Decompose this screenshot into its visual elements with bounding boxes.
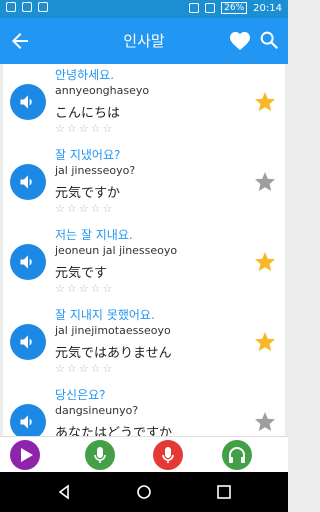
phrase-card[interactable]: 잘 지냈어요? jal jinesseoyo? 元気ですか ☆☆☆☆☆ (3, 144, 285, 225)
translation-text: こんにちは (55, 106, 121, 121)
favorite-star-icon[interactable] (253, 330, 277, 354)
rating-stars[interactable]: ☆☆☆☆☆ (55, 362, 114, 375)
record-microphone-icon (162, 447, 174, 463)
play-audio-button[interactable] (10, 84, 46, 120)
rating-stars[interactable]: ☆☆☆☆☆ (55, 202, 114, 215)
favorite-star-icon[interactable] (253, 250, 277, 274)
favorite-star-icon[interactable] (253, 170, 277, 194)
romanization-text: jal jinesseoyo? (55, 164, 136, 177)
rating-stars[interactable]: ☆☆☆☆☆ (55, 122, 114, 135)
bottom-toolbar (0, 436, 288, 473)
nav-recents-icon[interactable] (216, 484, 232, 500)
translation-text: あなたはどうですか (55, 426, 173, 436)
nav-home-icon[interactable] (136, 484, 152, 500)
play-audio-button[interactable] (10, 324, 46, 360)
favorite-star-icon[interactable] (253, 90, 277, 114)
speaker-icon (20, 335, 32, 349)
phrase-card[interactable]: 안녕하세요. annyeonghaseyo こんにちは ☆☆☆☆☆ (3, 64, 285, 145)
battery-indicator: 26% (221, 2, 248, 14)
play-all-button[interactable] (10, 440, 40, 470)
headphones-icon (229, 447, 245, 463)
korean-text: 잘 지내지 못했어요. (55, 308, 155, 322)
romanization-text: jal jinejimotaesseoyo (55, 324, 171, 337)
romanization-text: annyeonghaseyo (55, 84, 150, 97)
korean-text: 안녕하세요. (55, 68, 115, 82)
nav-back-icon[interactable] (56, 484, 72, 500)
favorite-star-icon[interactable] (253, 410, 277, 434)
notification-icon (6, 2, 16, 12)
korean-text: 당신은요? (55, 388, 106, 402)
phrase-card[interactable]: 저는 잘 지내요. jeoneun jal jinesseoyo 元気です ☆☆… (3, 224, 285, 305)
translation-text: 元気ですか (55, 186, 121, 201)
rating-stars[interactable]: ☆☆☆☆☆ (55, 282, 114, 295)
search-icon[interactable] (258, 29, 280, 51)
microphone-icon (94, 447, 106, 463)
translation-text: 元気ではありません (55, 346, 172, 361)
record-button[interactable] (153, 440, 183, 470)
play-icon (21, 448, 33, 462)
status-bar: 26% 20:14 (0, 0, 288, 18)
phrase-list[interactable]: 안녕하세요. annyeonghaseyo こんにちは ☆☆☆☆☆ 잘 지냈어요… (0, 64, 288, 436)
usb-icon (22, 2, 32, 12)
favorites-heart-icon[interactable] (228, 29, 252, 53)
play-audio-button[interactable] (10, 404, 46, 436)
alarm-icon (189, 3, 200, 13)
play-audio-button[interactable] (10, 164, 46, 200)
play-audio-button[interactable] (10, 244, 46, 280)
listen-button[interactable] (222, 440, 252, 470)
app-bar: 인사말 (0, 18, 288, 64)
speaker-icon (20, 95, 32, 109)
speaker-icon (20, 415, 32, 429)
phrase-card[interactable]: 당신은요? dangsineunyo? あなたはどうですか ☆☆☆☆☆ (3, 384, 285, 436)
signal-icon (205, 3, 216, 13)
android-icon (38, 2, 48, 12)
system-nav-bar (0, 472, 288, 512)
microphone-button[interactable] (85, 440, 115, 470)
phrase-card[interactable]: 잘 지내지 못했어요. jal jinejimotaesseoyo 元気ではあり… (3, 304, 285, 385)
clock: 20:14 (253, 2, 282, 14)
speaker-icon (20, 175, 32, 189)
korean-text: 저는 잘 지내요. (55, 228, 133, 242)
romanization-text: jeoneun jal jinesseoyo (55, 244, 178, 257)
korean-text: 잘 지냈어요? (55, 148, 121, 162)
translation-text: 元気です (55, 266, 108, 281)
speaker-icon (20, 255, 32, 269)
romanization-text: dangsineunyo? (55, 404, 139, 417)
